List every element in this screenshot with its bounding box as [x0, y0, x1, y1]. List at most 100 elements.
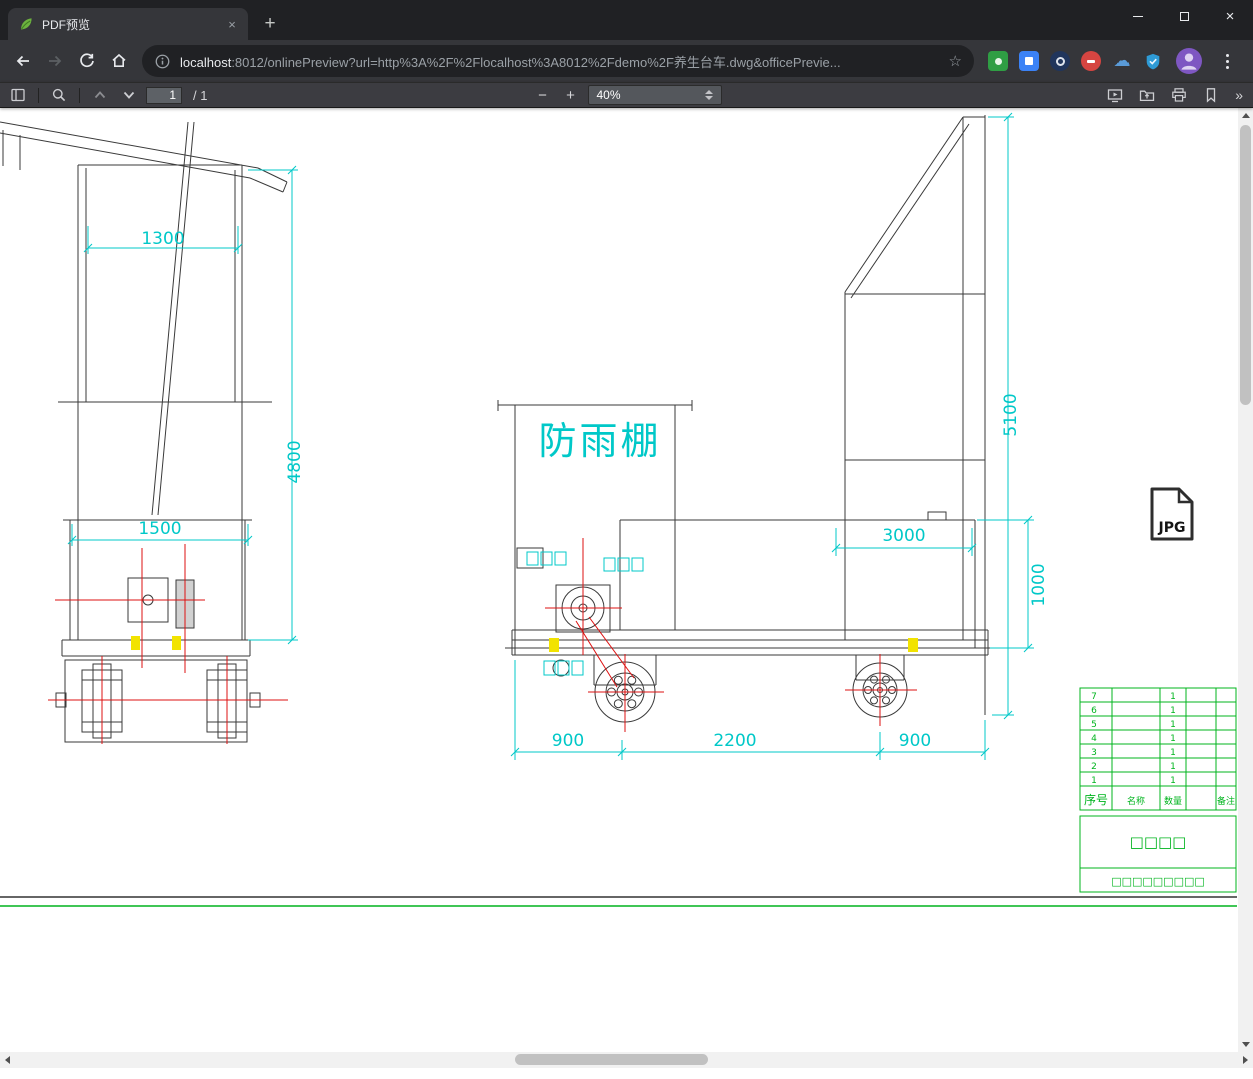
omnibox[interactable]: localhost:8012/onlinePreview?url=http%3A…: [142, 45, 974, 77]
page-up-button[interactable]: [88, 84, 112, 106]
tb-row-qty: 1: [1170, 706, 1176, 716]
tb-row-no: 2: [1091, 762, 1097, 772]
url-text[interactable]: localhost:8012/onlinePreview?url=http%3A…: [180, 52, 940, 71]
bookmark-button[interactable]: [1199, 84, 1223, 106]
tb-row-no: 5: [1091, 720, 1097, 730]
vertical-scrollbar[interactable]: [1238, 108, 1253, 1052]
titlebar: PDF预览 × + ×: [0, 0, 1253, 40]
extension-green-dot: [994, 57, 1002, 65]
scroll-down-arrow-icon[interactable]: [1241, 1042, 1250, 1047]
tab-close-icon[interactable]: ×: [224, 16, 240, 32]
zoom-select[interactable]: 40%: [587, 85, 722, 105]
bottom-strip: [0, 1068, 1253, 1079]
tb-header-qty: 数量: [1164, 795, 1182, 807]
site-info-icon[interactable]: [154, 53, 171, 70]
forward-button[interactable]: [40, 46, 70, 76]
zoom-spinner-icon: [704, 90, 713, 100]
minimize-button[interactable]: [1115, 0, 1161, 32]
person-icon: [1181, 53, 1197, 70]
extension-icon-red[interactable]: [1081, 51, 1101, 71]
browser-menu-icon[interactable]: [1215, 47, 1239, 75]
home-button[interactable]: [104, 46, 134, 76]
close-button[interactable]: ×: [1207, 0, 1253, 32]
zoom-value: 40%: [596, 88, 621, 102]
back-button[interactable]: [8, 46, 38, 76]
dim-900-left: 900: [552, 731, 584, 751]
bookmark-star-icon[interactable]: ☆: [949, 52, 962, 70]
navy-ring-glyph: [1055, 56, 1065, 66]
jpg-label: JPG: [1158, 520, 1186, 536]
presentation-mode-button[interactable]: [1103, 84, 1127, 106]
dim-1300: 1300: [141, 229, 184, 249]
translate-card-glyph: [1025, 57, 1033, 65]
vertical-scroll-thumb[interactable]: [1240, 125, 1251, 405]
jpg-file-icon: JPG: [1150, 487, 1194, 541]
tb-header-name: 名称: [1127, 795, 1145, 807]
find-button[interactable]: [47, 84, 71, 106]
left-view-geometry: [0, 121, 288, 743]
tb-row-qty: 1: [1170, 720, 1176, 730]
toolbar-overflow-button[interactable]: »: [1231, 87, 1247, 103]
sidebar-toggle-icon: [11, 88, 25, 102]
extension-icon-green[interactable]: [988, 51, 1008, 71]
reload-button[interactable]: [72, 46, 102, 76]
profile-avatar[interactable]: [1176, 48, 1202, 74]
browser-window: PDF预览 × + × localhost:8012/onlinePreview…: [0, 0, 1253, 1079]
maximize-icon: [1179, 11, 1189, 21]
tb-box2-text: □□□□□□□□□: [1111, 875, 1205, 888]
open-folder-icon: [1140, 90, 1155, 102]
dim-1500: 1500: [138, 519, 181, 539]
minimize-icon: [1133, 15, 1143, 17]
tb-row-no: 4: [1091, 734, 1097, 744]
shield-icon: [1146, 53, 1160, 69]
extension-icon-cloud[interactable]: ☁: [1112, 51, 1132, 71]
maximize-button[interactable]: [1161, 0, 1207, 32]
toolbar-separator: [38, 87, 39, 103]
tb-row-qty: 1: [1170, 776, 1176, 786]
sidebar-toggle-button[interactable]: [6, 84, 30, 106]
tb-header-note: 备注: [1217, 795, 1235, 807]
window-controls: ×: [1115, 0, 1253, 32]
page-count-label: / 1: [193, 87, 208, 103]
tb-row-qty: 1: [1170, 734, 1176, 744]
extensions-area: ☁: [982, 47, 1245, 75]
horizontal-scroll-thumb[interactable]: [515, 1054, 708, 1065]
extension-icon-navy-circle[interactable]: [1050, 51, 1070, 71]
page-number-input[interactable]: [146, 86, 182, 104]
print-button[interactable]: [1167, 84, 1191, 106]
red-bar-glyph: [1087, 59, 1095, 63]
scroll-up-arrow-icon[interactable]: [1241, 113, 1250, 118]
dim-3000: 3000: [882, 526, 925, 546]
sheet-border-lines: [0, 896, 1237, 907]
chevron-down-icon: [123, 91, 135, 99]
dim-5100: 5100: [1001, 393, 1021, 436]
zoom-cluster: − + 40%: [532, 84, 722, 106]
yellow-markers: [131, 636, 918, 652]
open-file-button[interactable]: [1135, 84, 1159, 106]
new-tab-button[interactable]: +: [256, 10, 284, 38]
tb-row-no: 6: [1091, 706, 1097, 716]
tb-header-no: 序号: [1084, 792, 1108, 807]
url-path: :8012/onlinePreview?url=http%3A%2F%2Floc…: [231, 54, 841, 70]
pdf-toolbar: / 1 − + 40%: [0, 82, 1253, 108]
search-icon: [52, 88, 66, 102]
scroll-right-arrow-icon[interactable]: [1243, 1056, 1248, 1064]
tb-row-no: 3: [1091, 748, 1097, 758]
page-down-button[interactable]: [117, 84, 141, 106]
dim-2200: 2200: [713, 731, 756, 751]
dim-4800: 4800: [285, 440, 305, 483]
zoom-in-button[interactable]: +: [560, 84, 582, 106]
tab-pdf-preview[interactable]: PDF预览 ×: [8, 8, 248, 40]
presentation-icon: [1108, 89, 1123, 103]
url-host: localhost: [180, 54, 232, 70]
horizontal-scrollbar[interactable]: [0, 1052, 1253, 1068]
chevron-up-icon: [94, 91, 106, 99]
close-icon: ×: [1225, 7, 1235, 25]
extension-icon-translate[interactable]: [1019, 51, 1039, 71]
scroll-left-arrow-icon[interactable]: [5, 1056, 10, 1064]
zoom-out-button[interactable]: −: [532, 84, 554, 106]
extension-icon-shield[interactable]: [1143, 51, 1163, 71]
bookmark-icon: [1207, 88, 1216, 103]
spring-leaf-favicon: [21, 18, 32, 30]
back-arrow-icon: [16, 55, 29, 67]
